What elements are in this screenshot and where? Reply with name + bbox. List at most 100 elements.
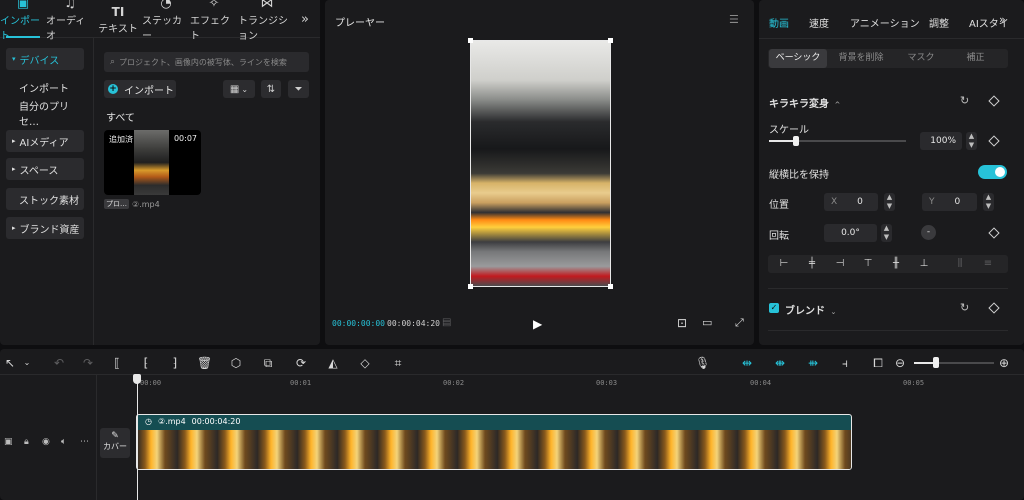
media-thumbnail[interactable]: 追加済 00:07	[104, 130, 201, 195]
resize-handle[interactable]	[608, 284, 613, 289]
nav-brand[interactable]: ▸ ブランド資産	[6, 217, 84, 239]
align-center-h-icon[interactable]: ╪	[806, 258, 818, 270]
scale-slider-handle[interactable]	[793, 136, 800, 146]
collapse-icon[interactable]: ^	[834, 101, 840, 109]
position-y-stepper[interactable]: ▲ ▼	[983, 193, 994, 211]
chevron-down-icon[interactable]: ⌄	[22, 355, 32, 371]
nav-import[interactable]: インポート	[6, 76, 84, 98]
nav-space[interactable]: ▸ スペース	[6, 158, 84, 180]
undo-icon[interactable]: ↶	[52, 355, 66, 371]
rotate-input[interactable]: 0.0°	[824, 224, 877, 242]
speaker-icon[interactable]: 🔈︎	[61, 437, 66, 447]
rotate-stepper[interactable]: ▲ ▼	[881, 224, 892, 242]
link-icon[interactable]: ⇻	[803, 355, 823, 371]
tab-text[interactable]: TI テキスト	[94, 0, 142, 38]
split-right-icon[interactable]: ⁆	[168, 355, 182, 371]
zoom-in-icon[interactable]: ⊕	[997, 355, 1011, 371]
subtab-basic[interactable]: ベーシック	[769, 49, 827, 68]
rotate-dial[interactable]: -	[921, 225, 936, 240]
play-button[interactable]: ▶	[533, 317, 542, 331]
import-button[interactable]: + インポート	[104, 80, 176, 98]
tab-sticker[interactable]: ◔ ステッカー	[142, 0, 190, 42]
sort-button[interactable]: ⇅	[261, 80, 281, 98]
focus-icon[interactable]: ⊡	[677, 316, 687, 330]
time-ruler[interactable]	[137, 376, 1024, 390]
view-mode-button[interactable]: ▦ ⌄	[223, 80, 255, 98]
more-icon[interactable]: ⋯	[80, 437, 89, 447]
position-y-input[interactable]: Y 0	[922, 193, 977, 211]
reverse-icon[interactable]: ⟳	[294, 355, 308, 371]
crop-icon[interactable]: ⌗	[391, 355, 405, 371]
keyframe-icon[interactable]	[988, 302, 1000, 314]
microphone-icon[interactable]: 🎙	[695, 355, 710, 371]
nav-ai-media[interactable]: ▸ AIメディア	[6, 130, 84, 152]
align-top-icon[interactable]: ⊤	[862, 258, 874, 270]
subtab-correction[interactable]: 補正	[948, 49, 1003, 68]
tab-audio[interactable]: ♫ オーディオ	[46, 0, 94, 42]
reset-icon[interactable]: ↻	[960, 301, 969, 314]
freeze-icon[interactable]: ⧉	[261, 355, 275, 371]
position-x-input[interactable]: X 0	[824, 193, 878, 211]
tab-adjust[interactable]: 調整	[929, 15, 949, 30]
playhead-handle[interactable]	[133, 374, 141, 384]
video-preview[interactable]	[470, 40, 611, 287]
position-x-stepper[interactable]: ▲ ▼	[884, 193, 895, 211]
delete-icon[interactable]: 🗑	[197, 355, 212, 371]
resize-handle[interactable]	[468, 284, 473, 289]
ratio-icon[interactable]: ▭	[702, 316, 712, 329]
tab-import[interactable]: ▣ インポート	[0, 0, 46, 42]
subtab-remove-bg[interactable]: 背景を削除	[830, 49, 892, 68]
rotate-icon[interactable]: ◇	[358, 355, 372, 371]
scale-stepper[interactable]: ▲ ▼	[966, 132, 977, 150]
distribute-v-icon[interactable]: ≡	[982, 258, 994, 270]
tab-speed[interactable]: 速度	[809, 15, 829, 30]
nav-stock[interactable]: ストック素材	[6, 188, 84, 210]
menu-icon[interactable]: ☰	[729, 13, 739, 26]
marker-icon[interactable]: ⬡	[229, 355, 243, 371]
timecode-grid-icon[interactable]: ▤	[442, 317, 451, 328]
eye-icon[interactable]: ◉	[42, 437, 50, 447]
tab-video[interactable]: 動画	[769, 15, 789, 30]
blend-checkbox[interactable]: ✓	[769, 303, 779, 313]
keyframe-icon[interactable]	[988, 95, 1000, 107]
reset-icon[interactable]: ↻	[960, 94, 969, 107]
nav-device[interactable]: ▾ デバイス	[6, 48, 84, 70]
keep-ratio-toggle[interactable]	[978, 165, 1007, 179]
select-tool-icon[interactable]: ↖	[4, 355, 16, 371]
tab-effect[interactable]: ✧ エフェクト	[190, 0, 238, 42]
playhead[interactable]	[137, 376, 138, 500]
snap-icon[interactable]: ⇼	[770, 355, 790, 371]
keyframe-icon[interactable]	[988, 135, 1000, 147]
distribute-h-icon[interactable]: ⫼	[954, 258, 966, 270]
fullscreen-icon[interactable]: ⤢	[735, 316, 744, 330]
expand-icon[interactable]: ⌄	[830, 308, 836, 316]
zoom-out-icon[interactable]: ⊖	[893, 355, 907, 371]
search-input[interactable]: ⌕ プロジェクト、画像内の被写体、ラインを検索	[104, 52, 309, 72]
align-bottom-icon[interactable]: ⊥	[918, 258, 930, 270]
tab-transition[interactable]: ⋈ トランジション	[238, 0, 296, 42]
resize-handle[interactable]	[608, 38, 613, 43]
video-clip[interactable]: ◷ ②.mp4 00:00:04:20	[136, 414, 852, 470]
align-center-v-icon[interactable]: ╫	[890, 258, 902, 270]
more-tabs-icon[interactable]: »	[999, 13, 1006, 26]
redo-icon[interactable]: ↷	[81, 355, 95, 371]
keyframe-icon[interactable]	[988, 227, 1000, 239]
lock-icon[interactable]: 🔒︎	[24, 437, 29, 447]
split-icon[interactable]: ⟦	[110, 355, 124, 371]
filter-button[interactable]: ⏷	[288, 80, 309, 98]
subtab-mask[interactable]: マスク	[896, 49, 946, 68]
split-view-icon[interactable]: ⫞	[836, 355, 854, 371]
preview-axis-icon[interactable]: ⧠	[869, 355, 887, 371]
align-left-icon[interactable]: ⊢	[778, 258, 790, 270]
scale-input[interactable]: 100%	[920, 132, 962, 150]
zoom-slider-handle[interactable]	[933, 357, 940, 368]
more-tabs-icon[interactable]: »	[301, 12, 309, 27]
nav-presets[interactable]: 自分のプリセ…	[6, 102, 84, 128]
resize-handle[interactable]	[468, 38, 473, 43]
cover-button[interactable]: ✎ カバー	[100, 428, 130, 458]
magnet-link-icon[interactable]: ⇹	[737, 355, 757, 371]
tab-animation[interactable]: アニメーション	[850, 15, 920, 30]
mirror-icon[interactable]: ◭	[326, 355, 340, 371]
align-right-icon[interactable]: ⊣	[834, 258, 846, 270]
split-left-icon[interactable]: ⁅	[139, 355, 153, 371]
